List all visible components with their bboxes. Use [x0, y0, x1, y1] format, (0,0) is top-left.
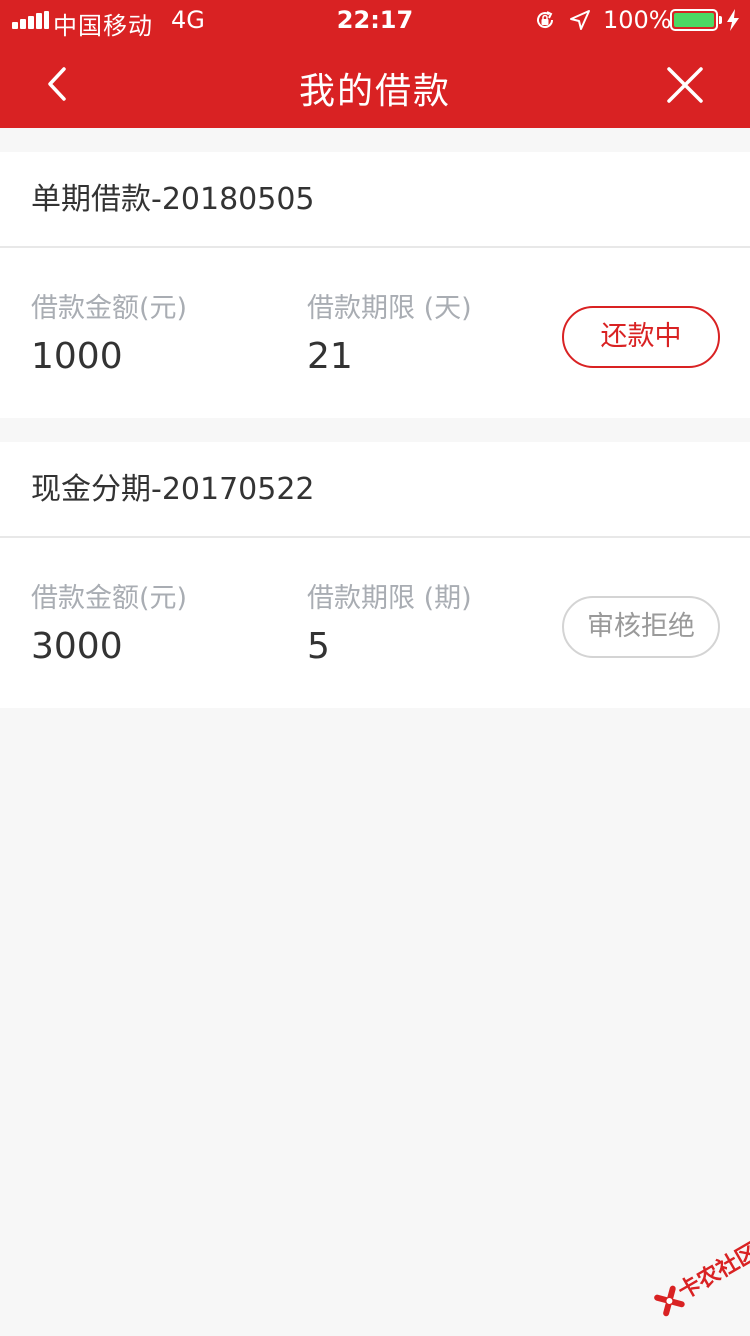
amount-value: 1000 — [31, 336, 123, 377]
battery-percent: 100% — [603, 6, 672, 34]
loan-title: 现金分期-20170522 — [0, 442, 750, 538]
term-label: 借款期限 (期) — [307, 583, 472, 614]
location-arrow-icon — [570, 10, 590, 30]
close-icon[interactable] — [660, 60, 710, 110]
amount-value: 3000 — [31, 626, 123, 667]
battery-icon — [670, 9, 722, 31]
term-label: 借款期限 (天) — [307, 293, 472, 324]
status-badge-repaying[interactable]: 还款中 — [562, 306, 720, 368]
status-bar: 中国移动 4G 22:17 100% — [0, 0, 750, 40]
loan-details: 借款金额(元) 3000 借款期限 (期) 5 审核拒绝 — [0, 538, 750, 708]
charging-bolt-icon — [727, 9, 739, 31]
loan-card[interactable]: 现金分期-20170522 借款金额(元) 3000 借款期限 (期) 5 审核… — [0, 442, 750, 708]
term-value: 5 — [307, 626, 330, 667]
amount-label: 借款金额(元) — [31, 293, 188, 324]
loan-details: 借款金额(元) 1000 借款期限 (天) 21 还款中 — [0, 248, 750, 418]
status-badge-rejected[interactable]: 审核拒绝 — [562, 596, 720, 658]
page-title: 我的借款 — [298, 71, 451, 112]
loan-title: 单期借款-20180505 — [0, 152, 750, 248]
header: 中国移动 4G 22:17 100% 我的借款 — [0, 0, 750, 128]
rotation-lock-icon — [537, 11, 554, 29]
watermark-text: 卡农社区 — [674, 1239, 750, 1305]
term-value: 21 — [307, 336, 353, 377]
watermark: 卡农社区 — [635, 1226, 750, 1336]
amount-label: 借款金额(元) — [31, 583, 188, 614]
loan-card[interactable]: 单期借款-20180505 借款金额(元) 1000 借款期限 (天) 21 还… — [0, 152, 750, 418]
nav-bar: 我的借款 — [0, 40, 750, 128]
